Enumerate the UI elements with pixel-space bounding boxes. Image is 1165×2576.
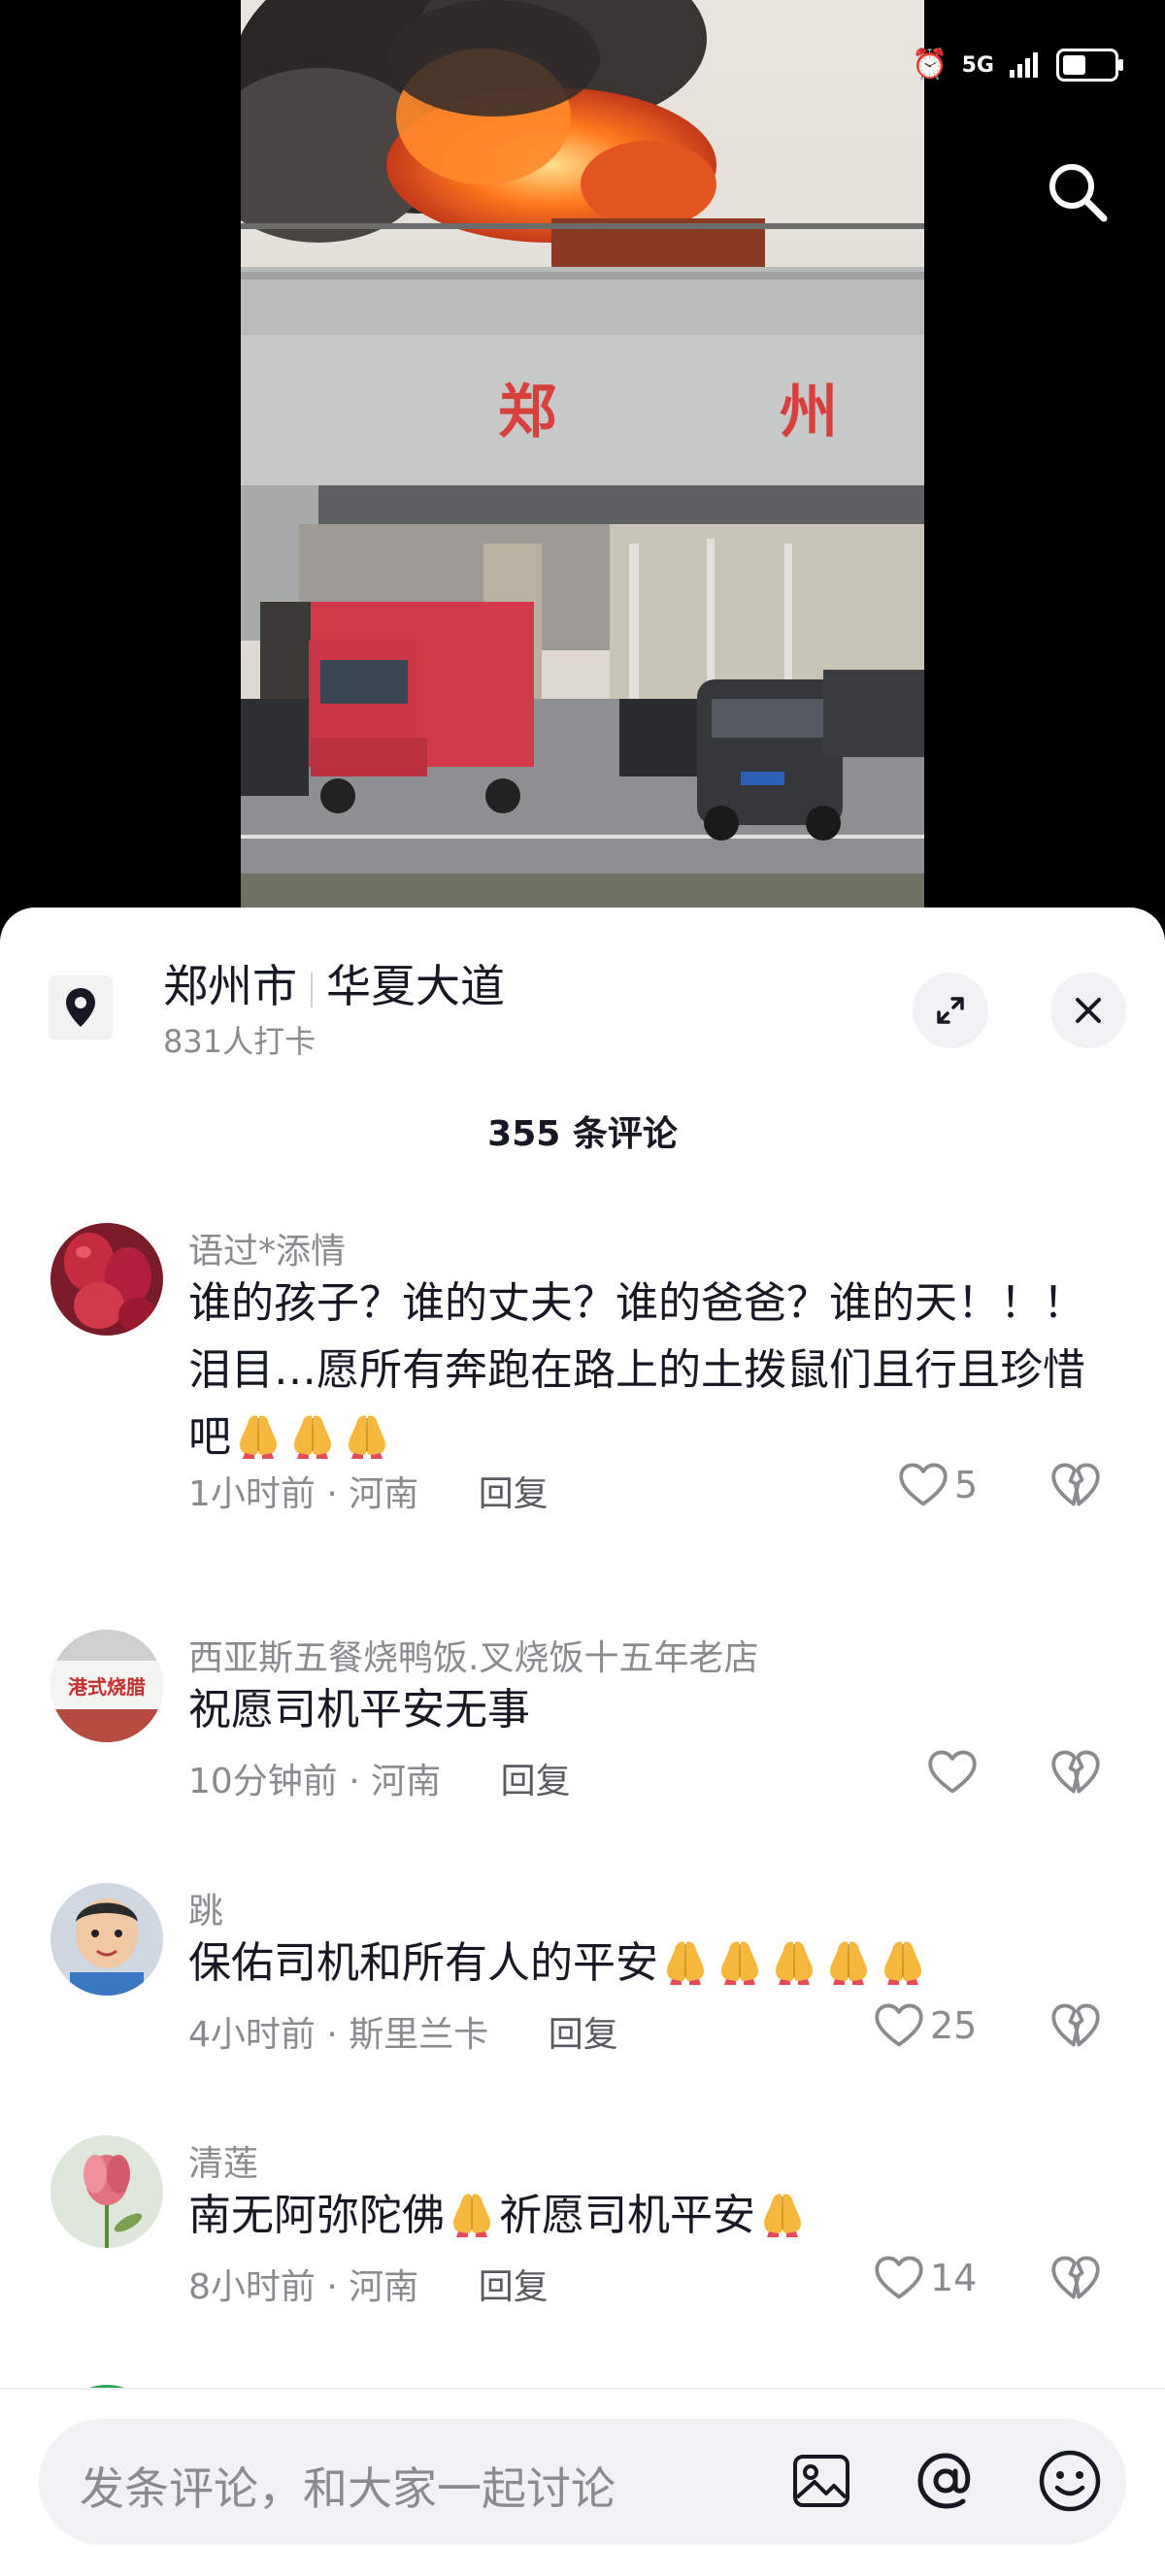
reply-button[interactable]: 回复 <box>501 1762 571 1801</box>
pray-emoji-icon <box>231 1410 285 1459</box>
pray-emoji-icon <box>821 1936 876 1985</box>
expand-button[interactable] <box>913 973 988 1048</box>
like-button[interactable]: 5 <box>898 1462 978 1508</box>
location-checkins: 831人打卡 <box>163 1023 316 1060</box>
comment-meta: 4小时前 · 斯里兰卡 回复 <box>188 2006 618 2057</box>
avatar[interactable] <box>50 2135 163 2248</box>
heart-icon <box>874 2002 924 2049</box>
battery-icon <box>1056 49 1123 82</box>
pray-emoji-icon <box>340 1410 394 1459</box>
pray-emoji-icon <box>767 1936 821 1985</box>
comment-item: 清莲 南无阿弥陀佛 祈愿司机平安 8小时前 · 河南 回复 14 <box>0 2135 1165 2329</box>
search-icon <box>1049 164 1108 222</box>
location-row[interactable]: 郑州市 华夏大道 831人打卡 <box>49 951 1126 1060</box>
comments-sheet: 郑州市 华夏大道 831人打卡 355 条评论 语过*添情 谁的孩子？谁的丈夫？… <box>0 908 1165 2574</box>
comment-time: 8小时前 <box>188 2267 316 2307</box>
comment-meta: 10分钟前 · 河南 回复 <box>188 1753 571 1803</box>
comment-username[interactable]: 清莲 <box>188 2135 258 2186</box>
video-scene: 郑 州 <box>241 0 924 917</box>
like-button[interactable]: 14 <box>874 2255 977 2301</box>
pray-emoji-icon <box>658 1936 713 1985</box>
comment-username[interactable]: 西亚斯五餐烧鸭饭.叉烧饭十五年老店 <box>188 1630 758 1680</box>
broken-heart-icon[interactable] <box>1050 1462 1101 1508</box>
comment-time: 4小时前 <box>188 2015 316 2055</box>
image-icon[interactable] <box>786 2446 856 2516</box>
heart-icon <box>874 2255 924 2301</box>
close-icon <box>1076 998 1101 1023</box>
like-count: 14 <box>930 2257 978 2299</box>
avatar-sign-text: 港式烧腊 <box>68 1675 146 1699</box>
location-road: 华夏大道 <box>326 960 505 1012</box>
location-title[interactable]: 郑州市 华夏大道 <box>163 951 505 1015</box>
meta-separator: · <box>326 2267 338 2307</box>
comment-meta: 1小时前 · 河南 回复 <box>188 1466 549 1516</box>
pray-emoji-icon <box>285 1410 340 1459</box>
comment-region: 河南 <box>349 1474 419 1514</box>
at-icon[interactable] <box>911 2446 981 2516</box>
comment-text: 南无阿弥陀佛 祈愿司机平安 <box>188 2182 1120 2249</box>
heart-icon <box>898 1462 949 1508</box>
comment-input-placeholder: 发条评论，和大家一起讨论 <box>80 2462 616 2515</box>
comment-time: 10分钟前 <box>188 1762 338 1801</box>
broken-heart-icon[interactable] <box>1050 1749 1101 1796</box>
heart-icon <box>927 1749 978 1796</box>
comment-region: 河南 <box>349 2267 419 2307</box>
pray-emoji-icon <box>876 1936 930 1985</box>
bridge-sign-text: 郑 <box>498 379 556 446</box>
reply-button[interactable]: 回复 <box>479 1474 549 1514</box>
search-button[interactable] <box>1041 155 1115 229</box>
comment-region: 河南 <box>371 1762 442 1801</box>
comment-username[interactable]: 语过*添情 <box>188 1223 346 1273</box>
broken-heart-icon[interactable] <box>1050 2002 1101 2049</box>
like-button[interactable] <box>927 1749 983 1796</box>
location-divider <box>311 972 313 1007</box>
video-frame: 郑 州 <box>241 0 924 917</box>
comment-region: 斯里兰卡 <box>349 2015 489 2055</box>
emoji-icon[interactable] <box>1035 2446 1105 2516</box>
meta-separator: · <box>349 1762 360 1801</box>
comment-meta: 8小时前 · 河南 回复 <box>188 2259 549 2309</box>
comment-text: 祝愿司机平安无事 <box>188 1685 530 1734</box>
comment-input[interactable]: 发条评论，和大家一起讨论 <box>39 2419 1126 2545</box>
like-button[interactable]: 25 <box>874 2002 977 2049</box>
expand-icon <box>937 997 964 1024</box>
comment-item: 港式烧腊 西亚斯五餐烧鸭饭.叉烧饭十五年老店 祝愿司机平安无事 10分钟前 · … <box>0 1630 1165 1824</box>
comment-item: 语过*添情 谁的孩子？谁的丈夫？谁的爸爸？谁的天！！！泪目…愿所有奔跑在路上的土… <box>0 1223 1165 1582</box>
meta-separator: · <box>326 1474 338 1514</box>
avatar[interactable]: 港式烧腊 <box>50 1630 163 1742</box>
close-button[interactable] <box>1050 973 1126 1048</box>
status-bar: ⏰ 5G <box>912 48 1123 82</box>
meta-separator: · <box>326 2015 338 2055</box>
like-count: 25 <box>930 2004 978 2047</box>
comment-time: 1小时前 <box>188 1474 316 1514</box>
pray-emoji-icon <box>445 2189 499 2237</box>
comment-input-bar: 发条评论，和大家一起讨论 <box>0 2388 1165 2576</box>
comment-username[interactable]: 跳 <box>188 1883 223 1933</box>
video-player[interactable]: 郑 州 ⏰ 5G <box>0 0 1165 917</box>
reply-button[interactable]: 回复 <box>549 2015 618 2055</box>
avatar[interactable] <box>50 1883 163 1996</box>
broken-heart-icon[interactable] <box>1050 2255 1101 2301</box>
alarm-clock-icon: ⏰ <box>912 48 949 82</box>
svg-text:州: 州 <box>780 379 838 446</box>
reply-button[interactable]: 回复 <box>479 2267 549 2307</box>
comment-count-title: 355 条评论 <box>487 1114 678 1154</box>
pray-emoji-icon <box>755 2189 810 2237</box>
location-city: 郑州市 <box>163 960 297 1012</box>
comment-text: 谁的孩子？谁的丈夫？谁的爸爸？谁的天！！！泪目…愿所有奔跑在路上的土拨鼠们且行且… <box>188 1278 1085 1462</box>
avatar[interactable] <box>50 1223 163 1336</box>
signal-icon <box>1010 52 1038 78</box>
comment-item: 跳 保佑司机和所有人的平安 4小时前 · 斯里兰卡 回复 25 <box>0 1883 1165 2077</box>
comment-text: 保佑司机和所有人的平安 <box>188 1930 1120 1997</box>
location-pin-icon <box>49 975 113 1040</box>
pray-emoji-icon <box>713 1936 767 1985</box>
like-count: 5 <box>954 1464 979 1506</box>
network-indicator: 5G <box>961 52 994 78</box>
